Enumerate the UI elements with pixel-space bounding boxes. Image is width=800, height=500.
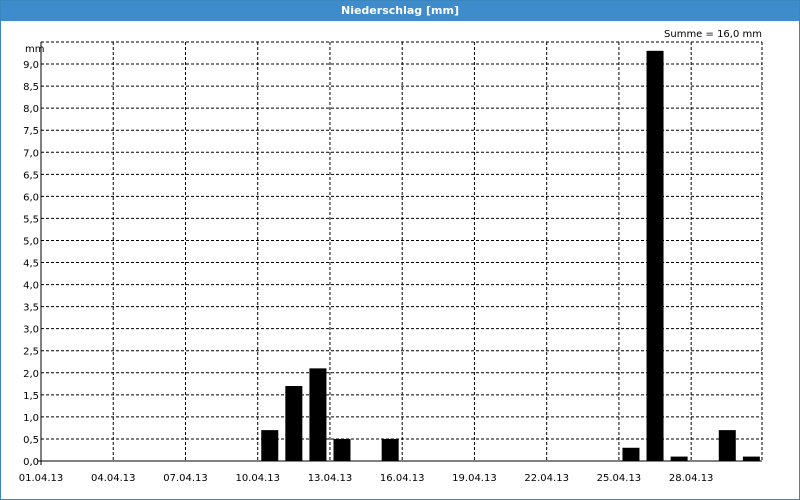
y-tick-label: 4,5 xyxy=(23,259,39,270)
x-tick-label: 28.04.13 xyxy=(669,473,714,484)
precipitation-chart: 0,0 0,5 1,0 1,5 2,0 2,5 3,0 3,5 4,0 4,5 5,0 5,5 6,0 6… xyxy=(19,29,763,484)
y-tick-label: 4,0 xyxy=(23,281,39,292)
y-tick-label: 0,0 xyxy=(23,457,39,468)
y-axis-unit-label: mm xyxy=(25,44,44,55)
x-tick-label: 07.04.13 xyxy=(163,473,208,484)
chart-window: Niederschlag [mm] 0,0 0,5 1,0 1,5 2,0 2,5 3,0 3… xyxy=(0,0,800,500)
bar-10.04.13 xyxy=(261,430,279,461)
y-tick-label: 2,5 xyxy=(23,347,39,358)
y-tick-label: 0,5 xyxy=(23,435,39,446)
y-tick-label: 5,5 xyxy=(23,214,39,225)
y-tick-label: 3,5 xyxy=(23,303,39,314)
bar-11.04.13 xyxy=(285,386,303,461)
x-tick-label: 22.04.13 xyxy=(524,473,569,484)
y-tick-label: 8,5 xyxy=(23,82,39,93)
bar-26.04.13 xyxy=(646,50,664,462)
x-tick-label: 10.04.13 xyxy=(235,473,280,484)
y-tick-label: 3,0 xyxy=(23,325,39,336)
x-tick-label: 19.04.13 xyxy=(452,473,497,484)
y-tick-label: 5,0 xyxy=(23,236,39,247)
y-tick-label: 1,0 xyxy=(23,413,39,424)
y-tick-label: 6,5 xyxy=(23,170,39,181)
y-tick-label: 1,5 xyxy=(23,391,39,402)
y-tick-label: 6,0 xyxy=(23,192,39,203)
bar-25.04.13 xyxy=(622,447,640,461)
sum-annotation: Summe = 16,0 mm xyxy=(664,29,762,40)
x-tick-label: 01.04.13 xyxy=(19,473,64,484)
y-tick-label: 2,0 xyxy=(23,369,39,380)
bar-27.04.13 xyxy=(670,456,688,461)
bar-13.04.13 xyxy=(333,438,351,461)
x-tick-label: 25.04.13 xyxy=(597,473,642,484)
bar-15.04.13 xyxy=(381,438,399,461)
y-tick-label: 9,0 xyxy=(23,60,39,71)
y-tick-label: 7,0 xyxy=(23,148,39,159)
bar-30.04.13 xyxy=(742,456,760,461)
x-tick-label: 16.04.13 xyxy=(380,473,425,484)
y-tick-label: 7,5 xyxy=(23,126,39,137)
bar-29.04.13 xyxy=(718,430,736,461)
x-tick-label: 13.04.13 xyxy=(308,473,353,484)
bar-12.04.13 xyxy=(309,368,327,461)
y-tick-label: 8,0 xyxy=(23,104,39,115)
x-tick-label: 04.04.13 xyxy=(91,473,136,484)
